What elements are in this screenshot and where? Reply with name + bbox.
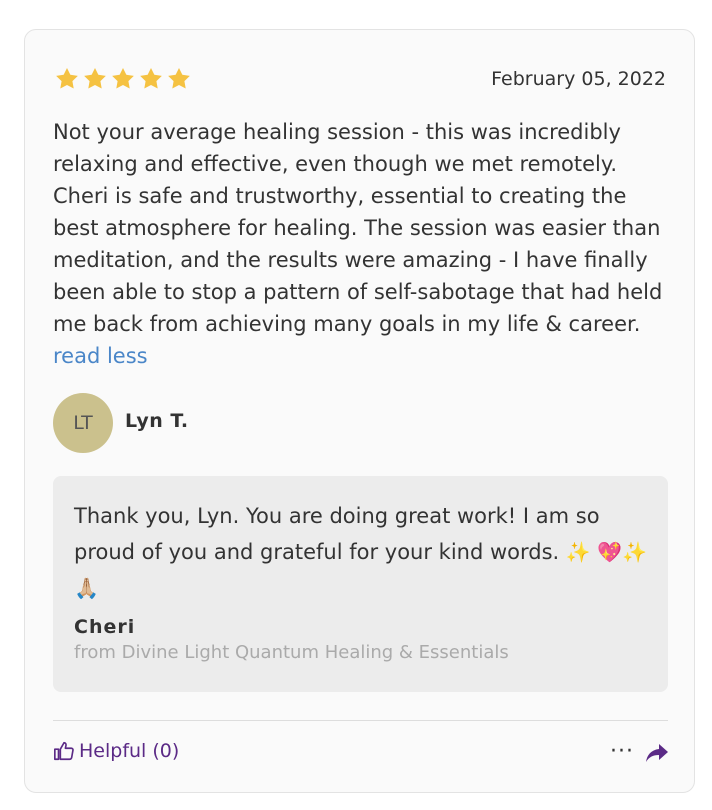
reply-business: from Divine Light Quantum Healing & Esse…	[74, 642, 509, 663]
review-card: February 05, 2022 Not your average heali…	[24, 29, 695, 793]
owner-reply: Thank you, Lyn. You are doing great work…	[53, 476, 668, 692]
review-date: February 05, 2022	[491, 68, 666, 90]
reply-author: Cheri	[74, 616, 136, 638]
review-body: Not your average healing session - this …	[53, 116, 673, 372]
star-icon	[168, 67, 190, 89]
share-arrow-icon[interactable]	[645, 742, 669, 764]
more-icon[interactable]: ···	[610, 739, 634, 764]
review-text: Not your average healing session - this …	[53, 120, 663, 336]
avatar: LT	[53, 393, 113, 453]
read-less-link[interactable]: read less	[53, 344, 148, 368]
helpful-button[interactable]: Helpful (0)	[53, 740, 179, 762]
star-icon	[112, 67, 134, 89]
star-icon	[84, 67, 106, 89]
star-rating	[54, 66, 192, 92]
star-icon	[140, 67, 162, 89]
star-icon	[56, 67, 78, 89]
reply-body: Thank you, Lyn. You are doing great work…	[74, 498, 654, 606]
reply-text: Thank you, Lyn. You are doing great work…	[74, 504, 600, 564]
helpful-label: Helpful (0)	[79, 740, 180, 762]
divider	[53, 720, 668, 721]
reviewer-name: Lyn T.	[125, 410, 189, 432]
thumbs-up-icon	[54, 741, 74, 761]
